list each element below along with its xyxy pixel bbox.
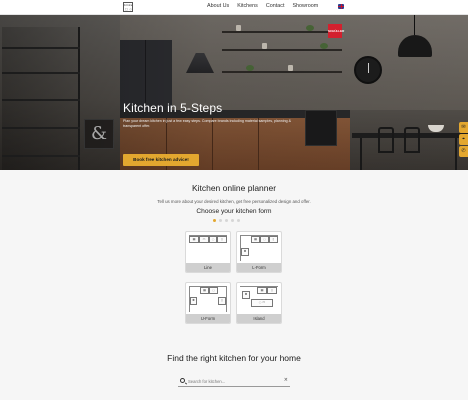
step-dot xyxy=(219,219,222,222)
kitchen-form-option-l-form[interactable]: ▦ ◌ ▯ ✱ L-Form xyxy=(236,231,282,273)
step-dot xyxy=(225,219,228,222)
hero-overlay xyxy=(0,15,468,170)
kitchen-form-title: Choose your kitchen form xyxy=(196,208,272,215)
kitchen-form-option-line[interactable]: ▦ ▭ ◌ ▯ Line xyxy=(185,231,231,273)
island-layout-icon: ▦ ▯ ✱ ◌ ▭ xyxy=(237,283,281,314)
nav-item-kitchens[interactable]: Kitchens xyxy=(237,3,258,9)
step-indicator xyxy=(213,219,240,222)
phone-icon[interactable]: ✆ xyxy=(459,146,468,157)
l-form-layout-icon: ▦ ◌ ▯ ✱ xyxy=(237,232,281,263)
location-pin-icon[interactable]: ⌖ xyxy=(459,134,468,145)
hero-banner: & SCHÜLLER xyxy=(0,15,468,170)
hero-title: Kitchen in 5-Steps xyxy=(123,101,223,115)
nav-item-contact[interactable]: Contact xyxy=(266,3,285,9)
line-layout-icon: ▦ ▭ ◌ ▯ xyxy=(186,232,230,263)
hero-subtitle: Plan your dream kitchen in just a few ea… xyxy=(123,119,291,128)
kitchen-search-input[interactable] xyxy=(188,377,278,386)
step-dot xyxy=(237,219,240,222)
main-nav: About Us Kitchens Contact Showroom xyxy=(207,3,318,9)
side-contact-tabs: ✉ ⌖ ✆ xyxy=(459,122,468,157)
kitchen-form-label: U-Form xyxy=(186,314,230,323)
step-dot xyxy=(231,219,234,222)
planner-title: Kitchen online planner xyxy=(191,183,277,193)
site-logo[interactable]: bm ks □ ◇ xyxy=(123,2,133,12)
book-advice-button[interactable]: Book free kitchen advice! xyxy=(123,154,199,166)
kitchen-form-option-u-form[interactable]: ▦ ◌ ✱ ▯ U-Form xyxy=(185,282,231,324)
top-navigation-bar: bm ks □ ◇ About Us Kitchens Contact Show… xyxy=(0,0,468,15)
u-form-layout-icon: ▦ ◌ ✱ ▯ xyxy=(186,283,230,314)
kitchen-form-label: L-Form xyxy=(237,263,281,272)
page: bm ks □ ◇ About Us Kitchens Contact Show… xyxy=(0,0,468,400)
kitchen-form-label: Line xyxy=(186,263,230,272)
search-icon xyxy=(180,378,185,383)
close-icon[interactable]: × xyxy=(284,377,288,383)
uk-flag-icon[interactable] xyxy=(338,4,344,9)
step-dot xyxy=(213,219,216,222)
kitchen-finder-title: Find the right kitchen for your home xyxy=(167,353,301,363)
mail-icon[interactable]: ✉ xyxy=(459,122,468,133)
kitchen-form-option-island[interactable]: ▦ ▯ ✱ ◌ ▭ Island xyxy=(236,282,282,324)
nav-item-about-us[interactable]: About Us xyxy=(207,3,229,9)
nav-item-showroom[interactable]: Showroom xyxy=(292,3,318,9)
kitchen-search-bar: × xyxy=(178,376,290,387)
kitchen-form-label: Island xyxy=(237,314,281,323)
brand-badge: SCHÜLLER xyxy=(328,24,344,38)
planner-description: Tell us more about your desired kitchen,… xyxy=(157,199,311,204)
logo-glyph: ◇ xyxy=(129,7,132,11)
